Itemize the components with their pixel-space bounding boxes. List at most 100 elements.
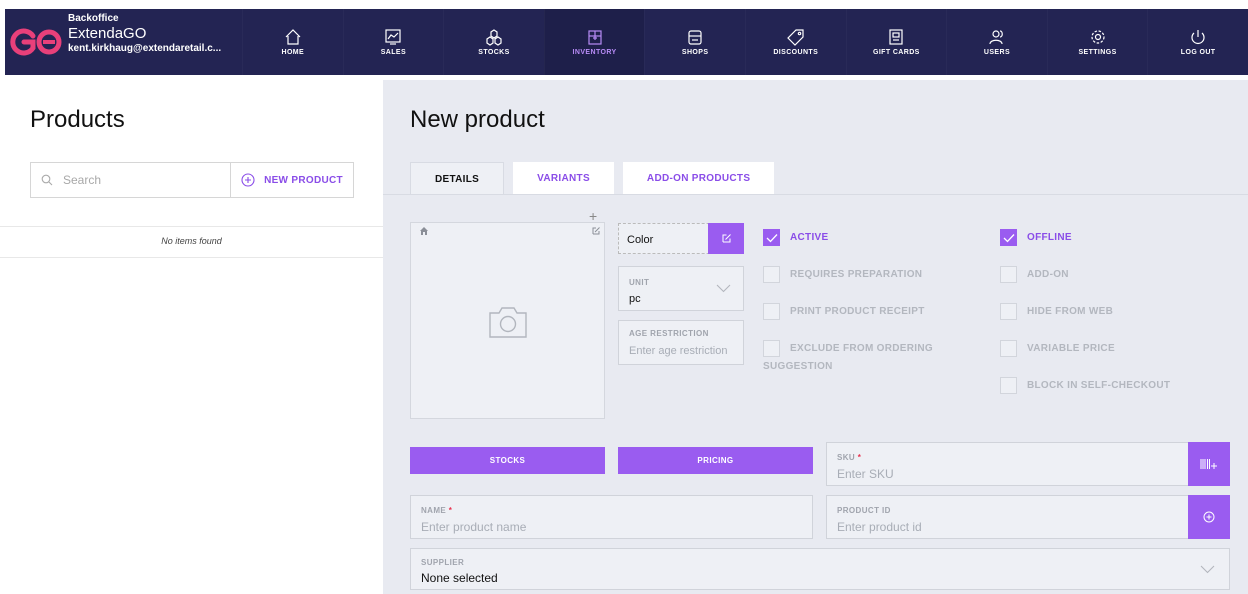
- top-bar: Backoffice ExtendaGO kent.kirkhaug@exten…: [0, 0, 1248, 80]
- scan-barcode-button[interactable]: [1188, 442, 1230, 486]
- search-input[interactable]: [63, 171, 223, 189]
- product-image-dropzone[interactable]: [410, 222, 605, 419]
- search-field[interactable]: [31, 163, 231, 197]
- list-divider-top: [0, 226, 383, 227]
- unit-label: UNIT: [629, 278, 650, 287]
- unit-select[interactable]: UNIT pc: [618, 266, 744, 311]
- nav-label: DISCOUNTS: [773, 48, 819, 56]
- checkbox-label: ACTIVE: [790, 232, 829, 243]
- product-id-input[interactable]: [837, 519, 1167, 535]
- nav-gift-cards[interactable]: GIFT CARDS: [846, 9, 947, 75]
- checkbox-print-product-receipt[interactable]: PRINT PRODUCT RECEIPT: [763, 303, 925, 320]
- sku-field[interactable]: SKU *: [826, 442, 1189, 486]
- checkbox-label: PRINT PRODUCT RECEIPT: [790, 306, 925, 317]
- products-panel: Products NEW PRODUCT No items found: [0, 80, 383, 594]
- checkbox-label: REQUIRES PREPARATION: [790, 269, 923, 280]
- power-icon: [1191, 29, 1205, 44]
- product-id-field[interactable]: PRODUCT ID: [826, 495, 1189, 539]
- checkbox-box[interactable]: [763, 340, 780, 357]
- nav-label: HOME: [281, 48, 305, 56]
- nav-sales[interactable]: SALES: [343, 9, 444, 75]
- checkbox-box[interactable]: [1000, 303, 1017, 320]
- checkbox-label-continued: SUGGESTION: [763, 361, 833, 372]
- checkbox-hide-from-web[interactable]: HIDE FROM WEB: [1000, 303, 1113, 320]
- checkbox-label: BLOCK IN SELF-CHECKOUT: [1027, 380, 1171, 391]
- nav-label: USERS: [983, 48, 1011, 56]
- nav-users[interactable]: USERS: [946, 9, 1047, 75]
- nav-shops[interactable]: SHOPS: [644, 9, 745, 75]
- nav-inventory[interactable]: INVENTORY: [543, 9, 645, 75]
- pricing-button[interactable]: PRICING: [618, 447, 813, 474]
- users-icon: [989, 29, 1003, 44]
- brand-text: Backoffice ExtendaGO kent.kirkhaug@exten…: [68, 13, 221, 55]
- checkbox-box[interactable]: [763, 229, 780, 246]
- nav-discounts[interactable]: DISCOUNTS: [745, 9, 846, 75]
- brand[interactable]: Backoffice ExtendaGO kent.kirkhaug@exten…: [5, 9, 242, 75]
- checkbox-active[interactable]: ACTIVE: [763, 229, 828, 246]
- home-small-icon: [420, 227, 428, 235]
- nav-log-out[interactable]: LOG OUT: [1147, 9, 1248, 75]
- name-field[interactable]: NAME *: [410, 495, 813, 539]
- checkbox-label: OFFLINE: [1027, 232, 1072, 243]
- required-marker: *: [857, 453, 862, 462]
- name-input[interactable]: [421, 519, 801, 535]
- barcode-add-icon: [1200, 459, 1217, 469]
- nav-label: SALES: [380, 48, 407, 56]
- checkbox-block-in-self-checkout[interactable]: BLOCK IN SELF-CHECKOUT: [1000, 377, 1170, 394]
- tab-variants[interactable]: VARIANTS: [513, 162, 614, 195]
- brand-subtitle: Backoffice: [68, 13, 119, 24]
- sku-label: SKU *: [837, 453, 861, 462]
- checkbox-variable-price[interactable]: VARIABLE PRICE: [1000, 340, 1115, 357]
- empty-list-message: No items found: [161, 236, 222, 246]
- new-product-label: NEW PRODUCT: [264, 174, 343, 186]
- checkbox-offline[interactable]: OFFLINE: [1000, 229, 1072, 246]
- list-divider-bottom: [0, 257, 383, 258]
- home-icon: [285, 28, 301, 45]
- checkbox-box[interactable]: [763, 266, 780, 283]
- chevron-down-icon: [716, 284, 731, 293]
- chevron-down-icon: [1200, 565, 1215, 574]
- checkbox-requires-preparation[interactable]: REQUIRES PREPARATION: [763, 266, 922, 283]
- sku-input[interactable]: [837, 466, 1167, 482]
- user-email: kent.kirkhaug@extendaretail.c...: [68, 43, 222, 54]
- edit-image-icon[interactable]: [591, 226, 601, 236]
- color-edit-button[interactable]: [708, 223, 744, 254]
- stocks-boxes-icon: [486, 28, 502, 46]
- checkbox-box[interactable]: [1000, 377, 1017, 394]
- checkbox-add-on[interactable]: ADD-ON: [1000, 266, 1069, 283]
- product-id-label: PRODUCT ID: [837, 506, 891, 515]
- color-label: Color: [627, 234, 654, 246]
- age-restriction-input[interactable]: [629, 343, 737, 359]
- color-picker[interactable]: Color: [618, 223, 744, 254]
- nav-home[interactable]: HOME: [242, 9, 343, 75]
- inventory-box-icon: [587, 29, 602, 45]
- page-title: New product: [410, 106, 545, 133]
- checkbox-box[interactable]: [1000, 340, 1017, 357]
- checkbox-label: VARIABLE PRICE: [1027, 343, 1115, 354]
- nav-stocks[interactable]: STOCKS: [443, 9, 544, 75]
- plus-circle-icon: [1203, 511, 1215, 523]
- check-icon: [766, 233, 777, 242]
- search-bar: NEW PRODUCT: [30, 162, 354, 198]
- product-tabs: DETAILS VARIANTS ADD-ON PRODUCTS: [410, 162, 775, 195]
- supplier-select[interactable]: SUPPLIER None selected: [410, 548, 1230, 590]
- age-restriction-label: AGE RESTRICTION: [629, 329, 709, 338]
- required-marker: *: [448, 506, 453, 515]
- stocks-button[interactable]: STOCKS: [410, 447, 605, 474]
- nav-settings[interactable]: SETTINGS: [1047, 9, 1148, 75]
- top-bar-inner: Backoffice ExtendaGO kent.kirkhaug@exten…: [5, 9, 1248, 75]
- checkbox-exclude-from-ordering[interactable]: EXCLUDE FROM ORDERING: [763, 340, 933, 357]
- checkbox-box[interactable]: [763, 303, 780, 320]
- name-label: NAME *: [421, 506, 452, 515]
- checkbox-label: HIDE FROM WEB: [1027, 306, 1114, 317]
- checkbox-box[interactable]: [1000, 229, 1017, 246]
- new-product-button[interactable]: NEW PRODUCT: [231, 163, 353, 197]
- age-restriction-field[interactable]: AGE RESTRICTION: [618, 320, 744, 365]
- tab-details[interactable]: DETAILS: [410, 162, 505, 195]
- tab-add-on-products[interactable]: ADD-ON PRODUCTS: [622, 162, 775, 195]
- generate-product-id-button[interactable]: [1188, 495, 1230, 539]
- checkbox-box[interactable]: [1000, 266, 1017, 283]
- plus-circle-icon: [241, 173, 255, 187]
- tab-divider: [383, 194, 1248, 195]
- checkbox-label: ADD-ON: [1027, 269, 1069, 280]
